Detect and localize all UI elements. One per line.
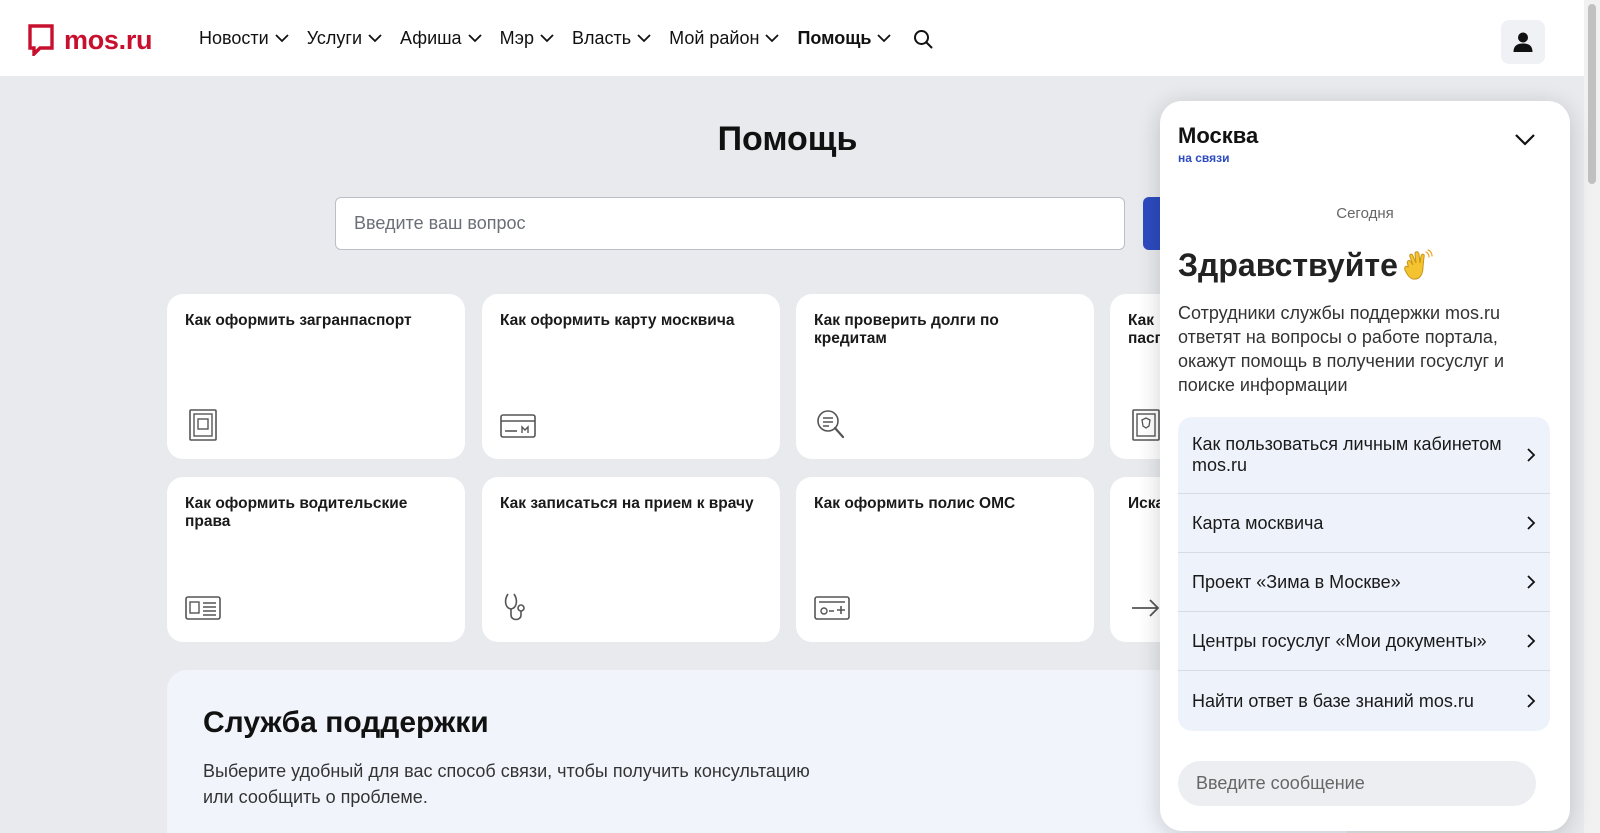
- logo-icon: [28, 24, 54, 56]
- waving-hand-icon: [1404, 248, 1433, 280]
- help-card-doctor-appointment[interactable]: Как записаться на прием к врачу: [482, 477, 780, 642]
- passport-emblem-icon: [1132, 409, 1160, 441]
- nav-label: Новости: [199, 28, 269, 48]
- search-icon[interactable]: [913, 29, 933, 49]
- chevron-down-icon: [637, 34, 651, 43]
- help-card-oms-policy[interactable]: Как оформить полис ОМС: [796, 477, 1094, 642]
- help-card-driver-license[interactable]: Как оформить водительские права: [167, 477, 465, 642]
- logo-text: mos.ru: [64, 24, 153, 55]
- chevron-right-icon: [1527, 694, 1536, 708]
- nav-item-services[interactable]: Услуги: [307, 28, 382, 49]
- card-title: Как записаться на прием к врачу: [500, 495, 754, 512]
- chevron-down-icon: [467, 34, 482, 43]
- card-title-line: пасп: [1128, 330, 1164, 347]
- nav-item-events[interactable]: Афиша: [400, 28, 482, 49]
- license-icon: [185, 596, 221, 620]
- chevron-down-icon: [765, 34, 780, 43]
- nav-label: Мой район: [669, 28, 760, 48]
- quick-reply-winter-project[interactable]: Проект «Зима в Москве»: [1178, 553, 1550, 612]
- help-card-passport[interactable]: Как оформить загранпаспорт: [167, 294, 465, 459]
- chevron-right-icon: [1527, 516, 1536, 530]
- card-title: Как оформить водительские права: [185, 495, 408, 530]
- quick-reply-label: Найти ответ в базе знаний mos.ru: [1192, 690, 1474, 711]
- nav-label: Услуги: [306, 28, 363, 48]
- chat-status: на связи: [1178, 151, 1230, 165]
- card-title: Как проверить долги по кредитам: [814, 312, 999, 347]
- nav-item-news[interactable]: Новости: [199, 28, 289, 49]
- nav-label: Афиша: [400, 28, 462, 48]
- chat-greeting: Здравствуйте: [1178, 247, 1434, 284]
- support-title: Служба поддержки: [203, 706, 489, 739]
- chat-quick-replies: Как пользоваться личным кабинетом mos.ru…: [1178, 417, 1550, 731]
- quick-reply-label: Центры госуслуг «Мои документы»: [1192, 630, 1487, 651]
- chat-widget: Москва на связи Сегодня Здравствуйте Сот…: [1160, 101, 1570, 831]
- quick-reply-service-centers[interactable]: Центры госуслуг «Мои документы»: [1178, 612, 1550, 671]
- nav-item-my-district[interactable]: Мой район: [669, 28, 780, 49]
- logo[interactable]: mos.ru: [28, 24, 153, 56]
- chat-name: Москва: [1178, 123, 1259, 148]
- nav-label: Помощь: [797, 28, 872, 48]
- chevron-down-icon: [540, 34, 554, 43]
- chevron-right-icon: [1527, 575, 1536, 589]
- chevron-down-icon: [877, 34, 892, 43]
- support-text: Выберите удобный для вас способ связи, ч…: [203, 761, 810, 807]
- card-title: Как оформить полис ОМС: [814, 495, 1016, 512]
- chat-day-separator: Сегодня: [1336, 205, 1394, 222]
- scrollbar-thumb[interactable]: [1588, 4, 1596, 184]
- card-title: Как оформить карту москвича: [500, 312, 735, 329]
- nav-label: Власть: [571, 28, 632, 48]
- user-account-button[interactable]: [1501, 20, 1545, 64]
- chat-intro-text: Сотрудники службы поддержки mos.ru ответ…: [1178, 303, 1505, 395]
- help-card-credit-debts[interactable]: Как проверить долги по кредитам: [796, 294, 1094, 459]
- nav-item-help[interactable]: Помощь: [797, 28, 892, 49]
- chevron-down-icon[interactable]: [1514, 133, 1536, 147]
- greeting-text: Здравствуйте: [1178, 247, 1398, 283]
- card-title-line: Как: [1128, 312, 1155, 329]
- help-search-input[interactable]: [335, 197, 1125, 250]
- chevron-right-icon: [1527, 634, 1536, 648]
- quick-reply-label: Проект «Зима в Москве»: [1192, 571, 1401, 592]
- card-icon: [500, 414, 536, 438]
- help-card-moscow-card[interactable]: Как оформить карту москвича: [482, 294, 780, 459]
- magnifier-doc-icon: [817, 410, 845, 439]
- chevron-down-icon: [275, 34, 289, 43]
- chevron-down-icon: [368, 34, 382, 43]
- nav-label: Мэр: [499, 28, 534, 48]
- page-scrollbar[interactable]: [1584, 0, 1600, 833]
- site-header: mos.ru Новости Услуги Афиша Мэр Власть М…: [0, 0, 1584, 76]
- quick-reply-label: Как пользоваться личным кабинетом mos.ru: [1192, 434, 1502, 475]
- card-title: Как оформить загранпаспорт: [185, 312, 412, 329]
- arrow-right-icon: [1132, 599, 1160, 617]
- chat-message-input[interactable]: [1178, 761, 1536, 806]
- quick-reply-knowledge-base[interactable]: Найти ответ в базе знаний mos.ru: [1178, 671, 1550, 731]
- quick-reply-moscow-card[interactable]: Карта москвича: [1178, 494, 1550, 553]
- medical-card-icon: [814, 596, 850, 620]
- stethoscope-icon: [504, 593, 525, 621]
- main-nav: Новости Услуги Афиша Мэр Власть Мой райо…: [199, 28, 933, 49]
- nav-item-government[interactable]: Власть: [572, 28, 651, 49]
- user-icon: [1513, 32, 1533, 52]
- quick-reply-label: Карта москвича: [1192, 512, 1324, 533]
- passport-icon: [189, 409, 217, 441]
- quick-reply-personal-account[interactable]: Как пользоваться личным кабинетом mos.ru: [1178, 417, 1550, 494]
- chevron-right-icon: [1527, 448, 1536, 462]
- nav-item-mayor[interactable]: Мэр: [500, 28, 554, 49]
